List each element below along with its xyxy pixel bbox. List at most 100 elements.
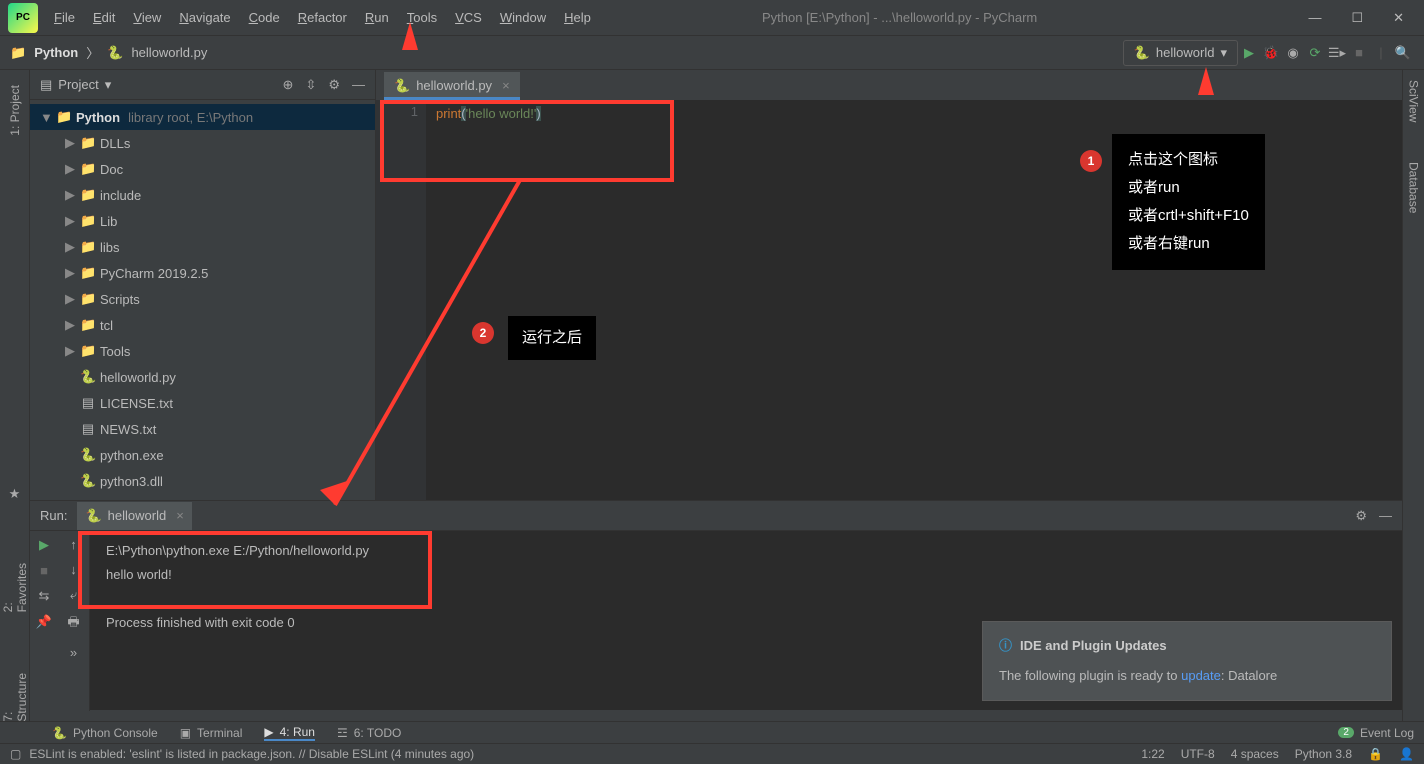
wrap-icon[interactable]: ⤶ xyxy=(70,587,77,603)
coverage-button[interactable]: ◉ xyxy=(1282,42,1304,64)
gear-icon[interactable]: ⚙ xyxy=(328,77,340,93)
sidetab-structure[interactable]: 7: Structure xyxy=(1,662,29,722)
project-tree[interactable]: ▼📁Pythonlibrary root, E:\Python▶📁DLLs▶📁D… xyxy=(30,100,375,500)
tree-item[interactable]: ▶📁Doc xyxy=(30,156,375,182)
gear-icon[interactable]: ⚙ xyxy=(1355,508,1367,524)
hide-icon[interactable]: — xyxy=(352,77,365,93)
down-icon[interactable]: ↓ xyxy=(70,562,77,577)
python-icon: 🐍 xyxy=(85,508,101,524)
breadcrumb-project[interactable]: Python xyxy=(34,45,78,60)
sidetab-sciview[interactable]: SciView xyxy=(1407,80,1421,122)
tree-item[interactable]: ▶📁Lib xyxy=(30,208,375,234)
run-button[interactable]: ▶ xyxy=(1238,42,1260,64)
tree-item[interactable]: ▶📁Scripts xyxy=(30,286,375,312)
window-title: Python [E:\Python] - ...\helloworld.py -… xyxy=(491,10,1309,25)
left-tool-stripe: 1: Project xyxy=(0,70,30,500)
menu-tools[interactable]: Tools xyxy=(407,10,437,25)
editor-tab-helloworld[interactable]: 🐍 helloworld.py × xyxy=(384,72,520,100)
tree-item[interactable]: 🐍python3.dll xyxy=(30,468,375,494)
python-file-icon: 🐍 xyxy=(107,45,123,61)
console-output[interactable]: E:\Python\python.exe E:/Python/helloworl… xyxy=(90,531,1402,711)
up-icon[interactable]: ↑ xyxy=(70,537,77,552)
run-action-bar-1: ▶ ■ ⇆ 📌 xyxy=(30,531,58,711)
indent[interactable]: 4 spaces xyxy=(1231,747,1279,761)
close-button[interactable]: ✕ xyxy=(1393,10,1404,26)
tree-item[interactable]: 🐍helloworld.py xyxy=(30,364,375,390)
close-tab-icon[interactable]: × xyxy=(502,78,510,93)
run-config-selector[interactable]: 🐍 helloworld ▾ xyxy=(1123,40,1238,66)
hide-icon[interactable]: — xyxy=(1379,508,1392,524)
run-tab[interactable]: 🐍 helloworld × xyxy=(77,502,191,530)
run-action-bar-2: ↑ ↓ ⤶ 🖶 » xyxy=(58,531,90,711)
tree-item[interactable]: ▶📁Tools xyxy=(30,338,375,364)
lock-icon[interactable]: 🔒 xyxy=(1368,747,1383,761)
project-view-icon: ▤ xyxy=(40,77,52,93)
navigation-bar: 📁 Python 〉 🐍 helloworld.py 🐍 helloworld … xyxy=(0,36,1424,70)
menu-code[interactable]: Code xyxy=(249,10,280,25)
tree-item[interactable]: ▶📁PyCharm 2019.2.5 xyxy=(30,260,375,286)
separator: | xyxy=(1370,42,1392,64)
concurrency-button[interactable]: ☰▸ xyxy=(1326,42,1348,64)
print-icon[interactable]: 🖶 xyxy=(67,613,79,635)
more-icon[interactable]: » xyxy=(70,645,77,660)
stop-icon[interactable]: ■ xyxy=(40,563,48,578)
stop-button[interactable]: ■ xyxy=(1348,42,1370,64)
tree-item[interactable]: 🐍python.exe xyxy=(30,442,375,468)
profile-button[interactable]: ⟳ xyxy=(1304,42,1326,64)
encoding[interactable]: UTF-8 xyxy=(1181,747,1215,761)
tree-item[interactable]: ▼📁Pythonlibrary root, E:\Python xyxy=(30,104,375,130)
run-config-name: helloworld xyxy=(1156,45,1215,60)
project-tool-window: ▤ Project ▾ ⊕ ⇳ ⚙ — ▼📁Pythonlibrary root… xyxy=(30,70,376,500)
project-header: ▤ Project ▾ ⊕ ⇳ ⚙ — xyxy=(30,70,375,100)
tree-item[interactable]: ▤NEWS.txt xyxy=(30,416,375,442)
minimize-button[interactable]: — xyxy=(1308,10,1321,26)
menu-edit[interactable]: Edit xyxy=(93,10,115,25)
layout-icon[interactable]: ⇆ xyxy=(39,588,50,604)
interpreter[interactable]: Python 3.8 xyxy=(1295,747,1352,761)
rerun-icon[interactable]: ▶ xyxy=(39,537,49,553)
breadcrumb: 📁 Python 〉 🐍 helloworld.py xyxy=(10,43,207,62)
tree-item[interactable]: ▤LICENSE.txt xyxy=(30,390,375,416)
notification-popup[interactable]: ⓘ IDE and Plugin Updates The following p… xyxy=(982,621,1392,701)
terminal-tab[interactable]: ▣Terminal xyxy=(180,726,243,740)
editor-tabs: 🐍 helloworld.py × xyxy=(376,70,1424,100)
menu-view[interactable]: View xyxy=(133,10,161,25)
close-run-tab-icon[interactable]: × xyxy=(176,508,184,523)
menu-navigate[interactable]: Navigate xyxy=(179,10,230,25)
pycharm-icon: PC xyxy=(8,3,38,33)
pin-icon[interactable]: 📌 xyxy=(36,614,52,630)
python-console-tab[interactable]: 🐍Python Console xyxy=(52,726,158,740)
menu-file[interactable]: File xyxy=(54,10,75,25)
inspections-icon[interactable]: 👤 xyxy=(1399,747,1414,761)
chevron-down-icon: ▾ xyxy=(1220,45,1227,61)
debug-button[interactable]: 🐞 xyxy=(1260,42,1282,64)
sidetab-database[interactable]: Database xyxy=(1407,162,1421,213)
caret-position[interactable]: 1:22 xyxy=(1141,747,1164,761)
menu-refactor[interactable]: Refactor xyxy=(298,10,347,25)
editor[interactable]: 1 print('hello world!') xyxy=(376,100,1424,500)
breadcrumb-file[interactable]: helloworld.py xyxy=(131,45,207,60)
locate-icon[interactable]: ⊕ xyxy=(283,77,294,93)
search-everywhere-button[interactable]: 🔍 xyxy=(1392,42,1414,64)
play-icon: ▶ xyxy=(264,725,273,739)
update-link[interactable]: update xyxy=(1181,668,1221,683)
breadcrumb-separator: 〉 xyxy=(86,43,99,62)
run-tab-label: helloworld xyxy=(108,508,167,523)
menu-vcs[interactable]: VCS xyxy=(455,10,482,25)
run-tab-bottom[interactable]: ▶4: Run xyxy=(264,725,315,741)
tool-window-button[interactable]: ▢ xyxy=(10,747,21,761)
tree-item[interactable]: ▶📁include xyxy=(30,182,375,208)
event-log-tab[interactable]: 2Event Log xyxy=(1338,726,1414,740)
menu-run[interactable]: Run xyxy=(365,10,389,25)
maximize-button[interactable]: ☐ xyxy=(1351,10,1363,26)
todo-tab[interactable]: ☲6: TODO xyxy=(337,726,401,740)
sidetab-favorites[interactable]: 2: Favorites xyxy=(1,552,29,612)
tree-item[interactable]: ▶📁tcl xyxy=(30,312,375,338)
sidetab-project[interactable]: 1: Project xyxy=(8,85,22,136)
tree-item[interactable]: ▶📁DLLs xyxy=(30,130,375,156)
collapse-all-icon[interactable]: ⇳ xyxy=(305,77,316,93)
annotation-callout-1: 点击这个图标 或者run 或者crtl+shift+F10 或者右键run xyxy=(1112,134,1265,270)
notification-title: IDE and Plugin Updates xyxy=(1020,634,1167,658)
tree-item[interactable]: ▶📁libs xyxy=(30,234,375,260)
project-title[interactable]: Project xyxy=(58,77,98,92)
